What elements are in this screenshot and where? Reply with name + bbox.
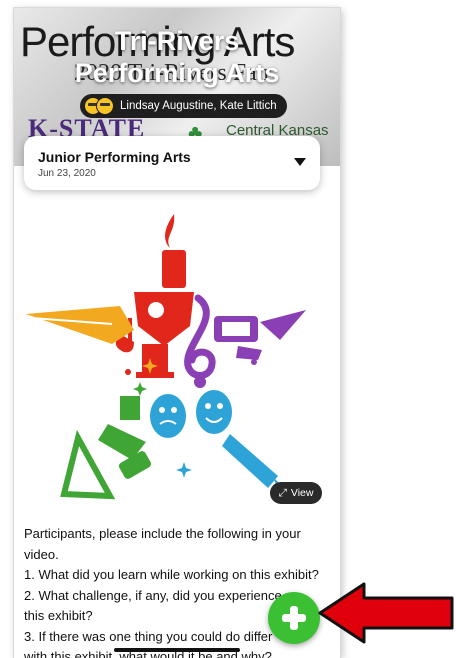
avatar-group (84, 97, 114, 115)
performing-arts-star-image (26, 214, 306, 502)
add-button[interactable] (268, 592, 320, 644)
exhibit-selector[interactable]: Junior Performing Arts Jun 23, 2020 (24, 136, 320, 190)
page-title-line2: Performing Arts (74, 58, 280, 88)
avatar (96, 97, 114, 115)
phone-screen: Performing Arts 2020 Tri-Rivers Fair K-S… (14, 8, 340, 658)
exhibit-name: Junior Performing Arts (38, 149, 191, 165)
view-image-button[interactable]: ⤢ View (270, 482, 322, 504)
description-line: 1. What did you learn while working on t… (24, 567, 319, 582)
view-label: View (290, 487, 314, 499)
authors-chip[interactable]: Lindsay Augustine, Kate Littich (80, 94, 287, 118)
authors-label: Lindsay Augustine, Kate Littich (120, 100, 277, 112)
description-line: Participants, please include the followi… (24, 526, 301, 541)
description-line: video. (24, 546, 59, 562)
caret-down-icon[interactable] (294, 158, 306, 166)
annotation-arrow-icon (318, 582, 454, 644)
expand-icon: ⤢ (278, 486, 287, 499)
page-title-line1: Tri-Rivers (114, 26, 240, 56)
exhibit-image[interactable] (24, 206, 320, 508)
home-indicator[interactable] (114, 648, 240, 652)
exhibit-date: Jun 23, 2020 (38, 168, 96, 179)
